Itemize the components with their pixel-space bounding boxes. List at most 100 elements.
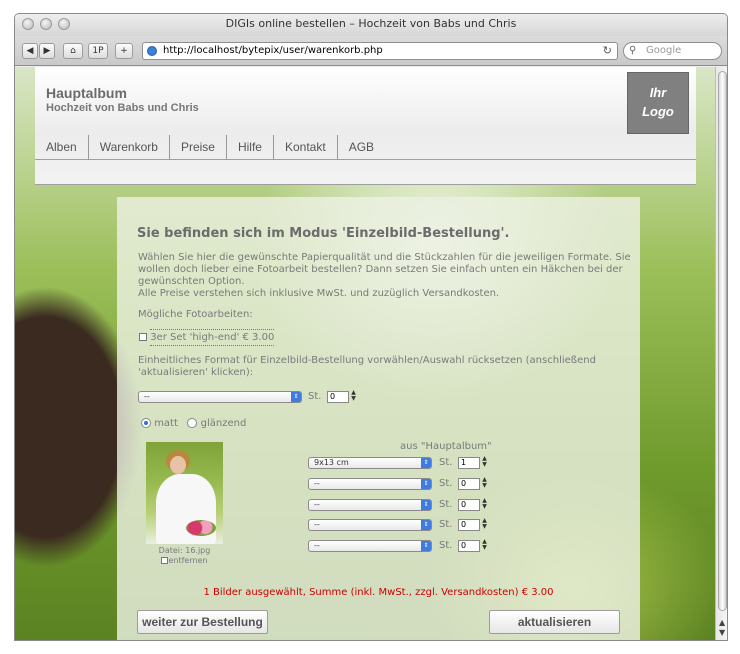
quantity-field-3[interactable]: 0: [458, 499, 480, 511]
order-panel: Sie befinden sich im Modus 'Einzelbild-B…: [117, 197, 640, 640]
st-label-3: St.: [439, 499, 453, 510]
finish-glossy-radio[interactable]: [187, 418, 198, 428]
quantity-field-2[interactable]: 0: [458, 478, 480, 490]
address-bar[interactable]: http://localhost/bytepix/user/warenkorb.…: [142, 42, 618, 60]
browser-window: DIGIs online bestellen – Hochzeit von Ba…: [14, 13, 728, 641]
remove-option: entfernen: [146, 556, 223, 566]
format-instruction-line-1: Einheitliches Format für Einzelbild-Best…: [138, 355, 596, 366]
scroll-down-icon[interactable]: ▼: [719, 628, 725, 637]
global-format-value: --: [144, 392, 150, 401]
scrollbar-thumb[interactable]: [718, 71, 727, 611]
intro-line-4: Alle Preise verstehen sich inklusive MwS…: [138, 288, 500, 299]
window-title: DIGIs online bestellen – Hochzeit von Ba…: [225, 17, 517, 30]
quantity-stepper-5[interactable]: ▲ ▼: [481, 539, 488, 551]
st-label-5: St.: [439, 540, 453, 551]
format-value-2: --: [314, 479, 320, 488]
quantity-stepper-4[interactable]: ▲ ▼: [481, 518, 488, 530]
format-select-2[interactable]: -- ⇕: [308, 478, 432, 490]
nav-item-hilfe[interactable]: Hilfe: [227, 135, 274, 159]
remove-label[interactable]: entfernen: [168, 556, 207, 565]
finish-matt-radio[interactable]: [141, 418, 151, 428]
forward-button[interactable]: ▶: [39, 43, 55, 59]
quantity-stepper-2[interactable]: ▲ ▼: [481, 477, 488, 489]
page-viewport: Hauptalbum Hochzeit von Babs und Chris I…: [15, 67, 715, 640]
home-button[interactable]: ⌂: [63, 43, 83, 59]
reload-icon[interactable]: ↻: [603, 43, 612, 59]
zoom-window-button[interactable]: [58, 18, 70, 30]
st-label-1: St.: [439, 457, 453, 468]
format-value-4: --: [314, 520, 320, 529]
finish-glossy-label[interactable]: glänzend: [201, 418, 247, 429]
back-button[interactable]: ◀: [22, 43, 38, 59]
intro-line-3: gewünschten Option.: [138, 276, 245, 287]
format-instruction-line-2: 'aktualisieren' klicken):: [138, 367, 254, 378]
set-option-checkbox[interactable]: [139, 333, 147, 341]
minimize-window-button[interactable]: [40, 18, 52, 30]
global-quantity-stepper[interactable]: ▲ ▼: [350, 390, 357, 402]
mode-heading: Sie befinden sich im Modus 'Einzelbild-B…: [137, 226, 510, 241]
logo: Ihr Logo: [627, 72, 689, 134]
select-arrows-icon: ⇕: [421, 479, 431, 489]
format-select-1[interactable]: 9x13 cm ⇕: [308, 457, 432, 469]
format-value-3: --: [314, 500, 320, 509]
global-format-select[interactable]: -- ⇕: [138, 391, 302, 403]
browser-toolbar: ◀ ▶ ⌂ 1P + http://localhost/bytepix/user…: [15, 36, 727, 66]
format-value-1: 9x13 cm: [314, 458, 349, 467]
format-select-3[interactable]: -- ⇕: [308, 499, 432, 511]
album-subtitle: Hochzeit von Babs und Chris: [46, 102, 199, 114]
nav-item-kontakt[interactable]: Kontakt: [274, 135, 338, 159]
title-bar: DIGIs online bestellen – Hochzeit von Ba…: [15, 14, 727, 36]
update-button[interactable]: aktualisieren: [489, 610, 620, 634]
intro-line-2: wollen doch lieber eine Fotoarbeit beste…: [138, 264, 623, 275]
continue-order-button[interactable]: weiter zur Bestellung: [137, 610, 268, 634]
select-arrows-icon: ⇕: [421, 458, 431, 468]
nav-divider: [35, 159, 696, 160]
scroll-up-icon[interactable]: ▲: [719, 618, 725, 627]
photo-thumbnail: [146, 442, 223, 544]
photo-caption: Datei: 16.jpg entfernen: [146, 546, 223, 566]
quantity-field-1[interactable]: 1: [458, 457, 480, 469]
quantity-field-5[interactable]: 0: [458, 540, 480, 552]
globe-icon: [147, 46, 157, 56]
bookmark-button[interactable]: 1P: [88, 43, 108, 59]
nav-item-alben[interactable]: Alben: [35, 135, 89, 159]
select-arrows-icon: ⇕: [421, 541, 431, 551]
paper-finish-options: matt glänzend: [141, 418, 246, 429]
order-summary: 1 Bilder ausgewählt, Summe (inkl. MwSt.,…: [203, 587, 554, 598]
quantity-field-4[interactable]: 0: [458, 519, 480, 531]
nav-item-warenkorb[interactable]: Warenkorb: [89, 135, 170, 159]
site-header: Hauptalbum Hochzeit von Babs und Chris I…: [35, 67, 696, 185]
quantity-stepper-3[interactable]: ▲ ▼: [481, 498, 488, 510]
select-arrows-icon: ⇕: [291, 392, 301, 402]
format-select-4[interactable]: -- ⇕: [308, 519, 432, 531]
main-nav: Alben Warenkorb Preise Hilfe Kontakt AGB: [35, 135, 385, 159]
nav-item-agb[interactable]: AGB: [338, 135, 385, 159]
possible-works-label: Mögliche Fotoarbeiten:: [138, 309, 253, 320]
new-tab-button[interactable]: +: [115, 43, 133, 59]
from-album-label: aus "Hauptalbum": [400, 441, 492, 452]
st-label-2: St.: [439, 478, 453, 489]
quantity-stepper-1[interactable]: ▲ ▼: [481, 456, 488, 468]
st-label-4: St.: [439, 519, 453, 530]
select-arrows-icon: ⇕: [421, 520, 431, 530]
search-icon: ⚲: [629, 45, 637, 56]
url-text: http://localhost/bytepix/user/warenkorb.…: [163, 45, 383, 56]
nav-item-preise[interactable]: Preise: [170, 135, 227, 159]
logo-line-1: Ihr: [649, 85, 667, 100]
set-option: 3er Set 'high-end' € 3.00: [139, 329, 275, 346]
intro-line-1: Wählen Sie hier die gewünschte Papierqua…: [138, 252, 631, 263]
global-quantity-field[interactable]: 0: [327, 391, 349, 403]
search-field[interactable]: ⚲ Google: [623, 42, 722, 60]
global-st-label: St.: [308, 391, 322, 402]
vertical-scrollbar[interactable]: ▲ ▼: [715, 67, 727, 640]
format-select-5[interactable]: -- ⇕: [308, 540, 432, 552]
search-placeholder: Google: [646, 45, 682, 56]
finish-matt-label[interactable]: matt: [154, 418, 178, 429]
set-option-label[interactable]: 3er Set 'high-end' € 3.00: [150, 329, 275, 346]
logo-line-2: Logo: [642, 104, 674, 119]
close-window-button[interactable]: [22, 18, 34, 30]
file-name: Datei: 16.jpg: [158, 546, 211, 555]
format-value-5: --: [314, 541, 320, 550]
album-title: Hauptalbum: [46, 85, 127, 101]
select-arrows-icon: ⇕: [421, 500, 431, 510]
